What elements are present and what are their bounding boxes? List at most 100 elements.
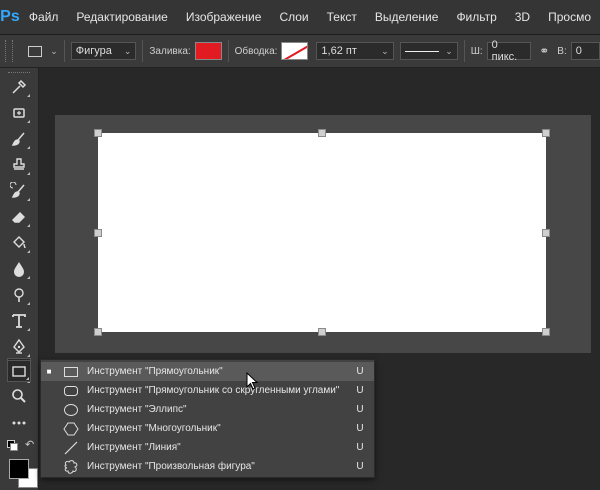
flyout-item-custom-shape[interactable]: Инструмент "Произвольная фигура" U — [41, 457, 374, 476]
handle-bottom-center[interactable] — [318, 328, 326, 336]
spot-healing-tool[interactable] — [7, 102, 31, 124]
menu-3d[interactable]: 3D — [506, 0, 539, 34]
flyout-item-rounded-rectangle[interactable]: Инструмент "Прямоугольник со скругленным… — [41, 381, 374, 400]
type-tool[interactable] — [7, 310, 31, 332]
stroke-width-select[interactable]: 1,62 пт ⌄ — [316, 42, 394, 60]
menu-select[interactable]: Выделение — [366, 0, 448, 34]
options-grip[interactable] — [5, 40, 13, 62]
height-label: В: — [557, 45, 567, 57]
chevron-down-icon: ⌄ — [445, 46, 453, 56]
blur-tool[interactable] — [7, 258, 31, 280]
line-icon — [63, 440, 79, 456]
handle-bottom-right[interactable] — [542, 328, 550, 336]
rectangle-icon — [63, 364, 79, 380]
menu-view[interactable]: Просмо — [539, 0, 600, 34]
chevron-down-icon: ⌄ — [50, 45, 58, 56]
selected-bullet-icon: ■ — [46, 367, 52, 376]
foreground-color-swatch[interactable] — [9, 459, 29, 479]
flyout-item-ellipse[interactable]: Инструмент "Эллипс" U — [41, 400, 374, 419]
swap-colors-icon[interactable]: ↶ — [25, 438, 34, 451]
menu-image[interactable]: Изображение — [177, 0, 271, 34]
more-icon — [12, 421, 26, 425]
fill-swatch[interactable] — [194, 42, 222, 60]
rectangle-tool-active[interactable] — [7, 360, 31, 382]
fill-label: Заливка: — [149, 45, 191, 57]
mode-select-value: Фигура — [75, 45, 112, 57]
rounded-rectangle-icon — [63, 383, 79, 399]
stroke-width-value: 1,62 пт — [321, 45, 357, 57]
mouse-cursor-icon — [246, 371, 260, 392]
tool-preset-picker[interactable]: ⌄ — [23, 41, 58, 61]
flyout-item-polygon[interactable]: Инструмент "Многоугольник" U — [41, 419, 374, 438]
dodge-tool[interactable] — [7, 284, 31, 306]
menu-bar: Ps Файл Редактирование Изображение Слои … — [0, 0, 600, 35]
handle-middle-left[interactable] — [94, 229, 102, 237]
rectangle-shape[interactable] — [98, 133, 546, 332]
dodge-icon — [14, 288, 24, 302]
brush-tool[interactable] — [7, 128, 31, 150]
menu-filter[interactable]: Фильтр — [447, 0, 505, 34]
flyout-item-rectangle[interactable]: ■ Инструмент "Прямоугольник" U — [41, 362, 374, 381]
type-icon — [12, 314, 26, 328]
flyout-item-label: Инструмент "Произвольная фигура" — [87, 461, 255, 472]
menu-layers[interactable]: Слои — [270, 0, 317, 34]
menu-edit[interactable]: Редактирование — [67, 0, 176, 34]
stroke-type-select[interactable]: ⌄ — [399, 42, 458, 60]
flyout-item-label: Инструмент "Многоугольник" — [87, 423, 221, 434]
paint-bucket-tool[interactable] — [7, 232, 31, 254]
flyout-item-shortcut: U — [356, 423, 364, 434]
clone-stamp-tool[interactable] — [7, 154, 31, 176]
stroke-line-sample — [404, 50, 439, 52]
more-tools-button[interactable] — [7, 412, 31, 434]
flyout-item-shortcut: U — [356, 404, 364, 415]
flyout-item-line[interactable]: Инструмент "Линия" U — [41, 438, 374, 457]
default-colors-icon[interactable] — [7, 440, 18, 451]
stroke-label: Обводка: — [234, 45, 278, 57]
polygon-icon — [63, 421, 79, 437]
handle-top-left[interactable] — [94, 129, 102, 137]
eraser-tool[interactable] — [7, 206, 31, 228]
handle-bottom-left[interactable] — [94, 328, 102, 336]
flyout-item-label: Инструмент "Линия" — [87, 442, 181, 453]
flyout-item-shortcut: U — [356, 366, 364, 377]
brush-icon — [11, 132, 25, 146]
pen-tool[interactable] — [7, 336, 31, 358]
flyout-item-label: Инструмент "Прямоугольник" — [87, 366, 223, 377]
paint-bucket-icon — [13, 236, 26, 249]
width-label: Ш: — [470, 45, 483, 57]
height-value: 0 — [575, 45, 582, 57]
ellipse-icon — [63, 402, 79, 418]
flyout-item-shortcut: U — [356, 442, 364, 453]
options-bar: ⌄ Фигура ⌄ Заливка: Обводка: 1,62 пт ⌄ ⌄… — [0, 35, 600, 68]
eraser-icon — [12, 212, 25, 223]
height-input[interactable]: 0 — [570, 42, 600, 60]
history-brush-tool[interactable] — [7, 180, 31, 202]
handle-middle-right[interactable] — [542, 229, 550, 237]
handle-top-center[interactable] — [318, 129, 326, 137]
width-input[interactable]: 0 пикс. — [486, 39, 532, 63]
stamp-icon — [13, 158, 25, 170]
eyedropper-tool[interactable] — [7, 76, 31, 98]
handle-top-right[interactable] — [542, 129, 550, 137]
rectangle-icon — [28, 45, 43, 57]
divider — [63, 40, 65, 62]
menu-type[interactable]: Текст — [318, 0, 366, 34]
photoshop-logo: Ps — [0, 8, 20, 25]
stroke-swatch[interactable] — [281, 42, 309, 60]
menu-file[interactable]: Файл — [20, 0, 68, 34]
pen-icon — [13, 338, 25, 354]
custom-shape-icon — [63, 459, 79, 475]
drop-icon — [14, 262, 24, 277]
shape-tools-flyout: ■ Инструмент "Прямоугольник" U Инструмен… — [40, 359, 375, 478]
mode-select[interactable]: Фигура ⌄ — [70, 42, 137, 60]
divider — [142, 40, 144, 62]
flyout-item-label: Инструмент "Прямоугольник со скругленным… — [87, 385, 340, 396]
width-value: 0 пикс. — [491, 39, 518, 63]
healing-brush-icon — [13, 108, 25, 118]
link-icon[interactable]: ⚭ — [539, 44, 549, 58]
zoom-tool[interactable] — [7, 385, 31, 407]
toolbox-grip[interactable] — [8, 72, 30, 75]
chevron-down-icon: ⌄ — [123, 46, 132, 56]
flyout-item-shortcut: U — [356, 461, 364, 472]
magnifier-icon — [12, 389, 26, 403]
